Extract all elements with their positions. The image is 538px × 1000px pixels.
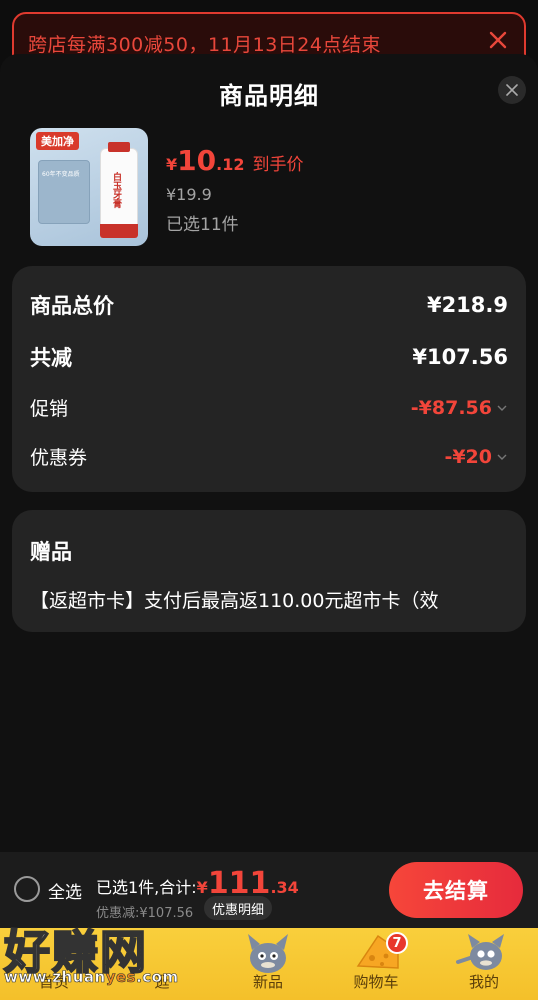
select-all-label[interactable]: 全选 (48, 878, 82, 903)
coupon-label: 优惠券 (30, 447, 88, 469)
chevron-down-icon (497, 405, 507, 411)
tube-label: 白玉牙膏 (111, 172, 121, 208)
price-integer: 10 (177, 144, 217, 177)
checkout-button[interactable]: 去结算 (389, 862, 523, 918)
tab-label-cart: 购物车 (353, 973, 399, 991)
watermark-url-suffix: .com (136, 968, 179, 987)
close-icon[interactable] (486, 28, 510, 52)
watermark-url-prefix: www.zhuan (4, 968, 106, 987)
price-currency: ¥ (166, 155, 178, 174)
gift-card: 赠品 【返超市卡】支付后最高返110.00元超市卡（效 (12, 510, 526, 632)
cat-icon (248, 934, 288, 973)
price-summary-card: 商品总价 ¥218.9 共减 ¥107.56 促销 -¥87.56 优惠券 -¥… (12, 266, 526, 492)
gift-title: 赠品 (30, 540, 72, 564)
brand-logo: 美加净 (36, 132, 79, 150)
selected-count: 已选11件 (166, 215, 239, 235)
product-image[interactable]: 美加净 60年不变品质 白玉牙膏 (30, 128, 148, 246)
close-icon (506, 84, 518, 96)
watermark-url-mid: yes (105, 968, 137, 987)
tube-cap (108, 142, 130, 152)
coupon-value-wrap: -¥20 (444, 446, 508, 468)
watermark: 好赚网 www.zhuanyes.com (3, 916, 204, 1000)
final-price: ¥ 10 .12 到手价 (166, 144, 303, 177)
coupon-row[interactable]: 优惠券 -¥20 (30, 443, 508, 470)
total-price-label: 商品总价 (30, 294, 114, 318)
product-box: 60年不变品质 (38, 160, 90, 224)
cat-icon (456, 934, 504, 970)
total-prefix: 已选1件,合计: (96, 878, 197, 897)
total-decimal: .34 (270, 878, 299, 897)
gift-text: 【返超市卡】支付后最高返110.00元超市卡（效 (30, 590, 439, 612)
coupon-value: -¥20 (444, 445, 492, 468)
watermark-url: www.zhuanyes.com (4, 968, 179, 987)
total-reduce-value: ¥107.56 (412, 345, 508, 369)
total-line: 已选1件,合计: ¥ 111 .34 (96, 866, 299, 901)
original-price: ¥19.9 (166, 185, 212, 204)
tube-band (100, 224, 138, 238)
promotion-value-wrap: -¥87.56 (411, 397, 508, 419)
promotion-value: -¥87.56 (410, 396, 492, 419)
total-reduce-row: 共减 ¥107.56 (30, 342, 508, 372)
price-suffix: 到手价 (252, 155, 304, 175)
promo-text: 跨店每满300减50，11月13日24点结束 (28, 34, 381, 56)
total-price-value: ¥218.9 (426, 293, 508, 317)
total-price-row: 商品总价 ¥218.9 (30, 290, 508, 320)
total-currency: ¥ (196, 878, 208, 897)
sheet-title: 商品明细 (219, 82, 319, 110)
tab-new[interactable]: 新品 (214, 928, 322, 1000)
chevron-down-icon (497, 454, 507, 460)
promotion-label: 促销 (30, 398, 69, 420)
sheet-close-button[interactable] (498, 76, 526, 104)
total-reduce-label: 共减 (30, 346, 72, 370)
tab-mine[interactable]: 我的 (430, 928, 538, 1000)
box-text: 60年不变品质 (42, 171, 80, 178)
promotion-row[interactable]: 促销 -¥87.56 (30, 394, 508, 421)
tab-cart[interactable]: 购物车 (322, 928, 430, 1000)
tab-label-mine: 我的 (468, 973, 499, 991)
discount-detail-button[interactable]: 优惠明细 (204, 896, 273, 920)
select-all-radio[interactable] (14, 876, 40, 902)
price-decimal: .12 (216, 155, 245, 174)
cart-badge: 7 (386, 932, 408, 954)
tab-label-new: 新品 (252, 973, 283, 991)
detail-sheet: 商品明细 美加净 60年不变品质 白玉牙膏 ¥ 10 .12 到手价 ¥19.9… (0, 54, 538, 854)
